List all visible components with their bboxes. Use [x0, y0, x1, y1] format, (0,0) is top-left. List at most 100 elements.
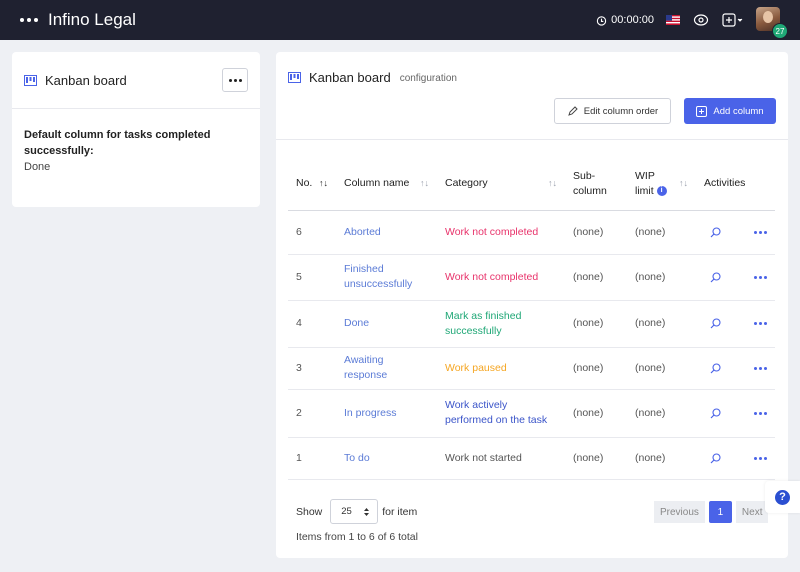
header-wip-limit[interactable]: WIP limit i ↑↓ [627, 158, 696, 211]
header-sub-column: Sub-column [565, 158, 627, 211]
add-menu-icon[interactable] [722, 11, 744, 29]
items-count: Items from 1 to 6 of 6 total [296, 531, 418, 543]
row-menu-icon[interactable] [754, 230, 767, 234]
show-label: Show [296, 505, 323, 518]
row-number: 6 [296, 225, 302, 238]
top-bar: Infino Legal 00:00:00 27 [0, 0, 800, 40]
column-name-link[interactable]: To do [344, 452, 370, 464]
for-item-label: for item [382, 505, 418, 518]
user-avatar[interactable]: 27 [756, 7, 788, 39]
row-number: 1 [296, 451, 302, 464]
page-subtitle: configuration [399, 73, 457, 84]
header-activities: Activities [696, 158, 775, 211]
search-icon[interactable] [710, 452, 740, 464]
row-menu-icon[interactable] [754, 411, 767, 415]
wip-limit-value: (none) [635, 406, 666, 419]
select-arrows-icon [364, 507, 370, 516]
sub-column-value: (none) [573, 317, 604, 329]
kanban-board-icon [24, 74, 37, 86]
header-wip-label: WIP limit i [635, 169, 675, 199]
kanban-summary-card: Kanban board Default column for tasks co… [12, 52, 260, 207]
more-options-button[interactable] [222, 68, 248, 92]
page-size-value: 25 [341, 506, 352, 517]
table-row: 5 Finished unsuccessfully Work not complet… [288, 254, 775, 301]
info-icon[interactable]: i [656, 185, 667, 196]
card-title: Kanban board [45, 72, 127, 88]
column-name-link[interactable]: Aborted [344, 226, 381, 238]
wip-limit-value: (none) [635, 317, 666, 329]
sub-column-value: (none) [573, 451, 604, 464]
row-actions [704, 452, 767, 464]
add-icon [696, 105, 708, 117]
current-page-button[interactable]: 1 [708, 501, 732, 523]
row-menu-icon[interactable] [754, 322, 767, 325]
sub-column-value: (none) [573, 406, 604, 419]
sort-icon[interactable]: ↑↓ [679, 176, 688, 191]
wip-limit-value: (none) [635, 270, 666, 283]
table-row: 4 Done Mark as finished successfully (none)… [288, 300, 775, 348]
column-name-link[interactable]: Finished unsuccessfully [344, 263, 412, 290]
edit-column-order-button[interactable]: Edit column order [554, 98, 671, 124]
app-title: Infino Legal [48, 10, 136, 29]
category-label: Work paused [445, 361, 507, 374]
search-icon[interactable] [710, 271, 740, 283]
timer[interactable]: 00:00:00 [596, 14, 654, 26]
stopwatch-icon [596, 15, 607, 26]
header-activities-label: Activities [704, 177, 746, 190]
row-number: 5 [296, 270, 302, 283]
row-menu-icon[interactable] [754, 366, 767, 370]
default-column-label: Default column for tasks completed succe… [24, 129, 211, 157]
row-number: 3 [296, 361, 302, 374]
row-actions [704, 362, 767, 374]
sort-icon[interactable]: ↑↓ [420, 176, 429, 191]
search-icon[interactable] [710, 318, 740, 329]
page-title: Kanban board [309, 70, 391, 85]
column-name-link[interactable]: In progress [344, 407, 397, 419]
page-size-select[interactable]: 25 [330, 499, 379, 524]
row-number: 2 [296, 406, 302, 419]
category-label: Work not started [445, 451, 522, 464]
sub-column-value: (none) [573, 270, 604, 283]
app-menu-icon[interactable] [20, 18, 38, 22]
default-column-value: Done [24, 161, 51, 173]
us-flag-icon[interactable] [666, 15, 680, 25]
column-name-link[interactable]: Awaiting response [344, 354, 387, 381]
sub-column-value: (none) [573, 361, 604, 374]
add-column-button[interactable]: Add column [684, 98, 776, 124]
header-category-label: Category [445, 177, 488, 190]
header-sub-label: Sub-column [573, 169, 607, 197]
columns-table: No. ↑↓ Column name ↑↓ Category ↑↓ Sub-colum… [288, 158, 775, 480]
column-name-link[interactable]: Done [344, 317, 369, 329]
kanban-config-card: Kanban board configuration Edit column o… [276, 52, 788, 558]
row-menu-icon[interactable] [754, 275, 767, 279]
sort-desc-icon[interactable]: ↑↓ [319, 176, 328, 191]
page-size-control: Show 25 for item [296, 499, 417, 524]
search-icon[interactable] [710, 407, 740, 419]
edit-column-order-label: Edit column order [583, 105, 659, 117]
search-icon[interactable] [710, 362, 740, 374]
row-menu-icon[interactable] [754, 456, 767, 460]
help-button[interactable]: ? [765, 481, 800, 513]
sort-icon[interactable]: ↑↓ [548, 176, 557, 191]
row-number: 4 [296, 317, 302, 329]
timer-value: 00:00:00 [611, 14, 654, 26]
row-actions [704, 318, 767, 329]
category-label: Work actively performed on the task [445, 399, 548, 426]
header-column-name[interactable]: Column name ↑↓ [336, 158, 437, 211]
table-header-row: No. ↑↓ Column name ↑↓ Category ↑↓ Sub-colum… [288, 158, 775, 211]
category-label: Work not completed [445, 270, 539, 283]
sub-column-value: (none) [573, 225, 604, 238]
previous-page-button[interactable]: Previous [654, 501, 705, 523]
table-row: 3 Awaiting response Work paused (none) (none… [288, 347, 775, 390]
category-label: Mark as finished successfully [445, 309, 522, 337]
help-icon: ? [775, 489, 790, 505]
header-no[interactable]: No. ↑↓ [288, 158, 336, 211]
notification-badge: 27 [772, 23, 788, 39]
header-category[interactable]: Category ↑↓ [437, 158, 565, 211]
add-column-label: Add column [713, 105, 764, 117]
search-icon[interactable] [710, 226, 740, 238]
finance-icon[interactable] [692, 11, 710, 29]
next-page-button[interactable]: Next [735, 501, 769, 523]
row-actions [704, 226, 767, 238]
category-label: Work not completed [445, 225, 539, 238]
